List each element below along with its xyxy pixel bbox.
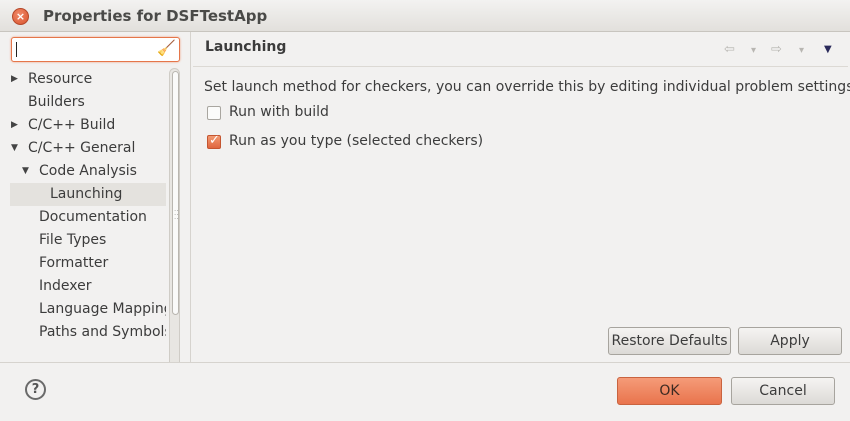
property-page-navigator: 🧹 ▶ Resource Builders ▶ C/C++ Build ▼ C/… (0, 32, 190, 390)
tree-item-file-types[interactable]: File Types (10, 229, 166, 252)
tree-item-resource[interactable]: ▶ Resource (10, 68, 166, 91)
run-as-you-type-checkbox[interactable]: ✓ (207, 133, 221, 149)
tree-item-cpp-build[interactable]: ▶ C/C++ Build (10, 114, 166, 137)
run-with-build-label[interactable]: Run with build (229, 104, 329, 120)
run-as-you-type-label[interactable]: Run as you type (selected checkers) (229, 133, 483, 149)
forward-arrow-icon[interactable]: ⇨ (771, 42, 782, 57)
window-title: Properties for DSFTestApp (43, 7, 268, 25)
tree-item-label: Indexer (39, 278, 92, 294)
property-tree: ▶ Resource Builders ▶ C/C++ Build ▼ C/C+… (10, 68, 166, 342)
view-menu-icon[interactable]: ▼ (824, 44, 832, 55)
collapse-arrow-icon[interactable]: ▼ (22, 160, 29, 182)
tree-item-label: Paths and Symbols (39, 324, 166, 340)
grip-icon: ·· ·· ·· (174, 207, 179, 223)
tree-item-label: Formatter (39, 255, 109, 271)
run-with-build-checkbox[interactable] (207, 106, 221, 120)
property-page: Launching ⇦ ▾ ⇨ ▾ ▼ Set launch method fo… (191, 32, 850, 362)
tree-vertical-scrollbar[interactable]: ······ ▾ (167, 68, 181, 378)
expand-arrow-icon[interactable]: ▶ (11, 68, 18, 90)
header-separator (193, 66, 848, 67)
tree-item-label: Resource (28, 71, 93, 87)
title-bar: × Properties for DSFTestApp (0, 0, 850, 32)
apply-button[interactable]: Apply (738, 327, 842, 355)
forward-menu-icon[interactable]: ▾ (799, 45, 804, 56)
tree-item-formatter[interactable]: Formatter (10, 252, 166, 275)
back-menu-icon[interactable]: ▾ (751, 45, 756, 56)
tree-item-label: Launching (50, 186, 123, 202)
tree-item-paths-and-symbols[interactable]: Paths and Symbols (10, 321, 166, 342)
tree-item-label: C/C++ Build (28, 117, 116, 133)
page-description: Set launch method for checkers, you can … (204, 79, 850, 95)
broom-icon[interactable]: 🧹 (157, 39, 176, 57)
tree-item-language-mapping[interactable]: Language Mapping (10, 298, 166, 321)
tree-item-indexer[interactable]: Indexer (10, 275, 166, 298)
close-icon: × (15, 10, 26, 23)
close-window-button[interactable]: × (12, 8, 29, 25)
scrollbar-track[interactable]: ······ ▾ (169, 68, 180, 378)
scrollbar-thumb[interactable] (172, 71, 179, 315)
text-caret (16, 42, 17, 57)
dialog-footer: ? OK Cancel (0, 363, 850, 421)
tree-item-launching[interactable]: Launching (10, 183, 166, 206)
back-arrow-icon[interactable]: ⇦ (724, 42, 735, 57)
tree-item-label: Language Mapping (39, 301, 166, 317)
tree-item-label: C/C++ General (28, 140, 136, 156)
help-icon[interactable]: ? (25, 379, 46, 400)
tree-item-label: File Types (39, 232, 107, 248)
tree-item-label: Documentation (39, 209, 147, 225)
page-title: Launching (205, 39, 287, 55)
tree-item-documentation[interactable]: Documentation (10, 206, 166, 229)
tree-item-label: Builders (28, 94, 85, 110)
tree-item-builders[interactable]: Builders (10, 91, 166, 114)
restore-defaults-button[interactable]: Restore Defaults (608, 327, 731, 355)
ok-button[interactable]: OK (617, 377, 722, 405)
tree-item-cpp-general[interactable]: ▼ C/C++ General (10, 137, 166, 160)
checkmark-icon: ✓ (209, 133, 220, 148)
tree-item-label: Code Analysis (39, 163, 137, 179)
tree-item-code-analysis[interactable]: ▼ Code Analysis (10, 160, 166, 183)
collapse-arrow-icon[interactable]: ▼ (11, 137, 18, 159)
expand-arrow-icon[interactable]: ▶ (11, 114, 18, 136)
cancel-button[interactable]: Cancel (731, 377, 835, 405)
filter-input[interactable]: 🧹 (11, 37, 180, 62)
